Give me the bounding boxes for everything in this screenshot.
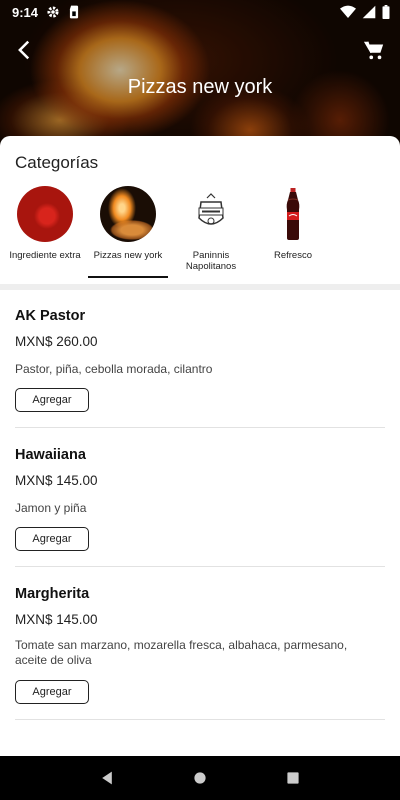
status-time: 9:14 [12, 4, 39, 20]
battery-icon [382, 5, 390, 19]
product-price: MXN$ 145.00 [15, 612, 98, 627]
system-navigation-bar [0, 756, 400, 800]
category-label: Paninnis Napolitanos [185, 250, 237, 272]
arrow-back-icon [18, 40, 30, 60]
pizza-oven-image [100, 186, 156, 242]
nav-recents-button[interactable] [273, 758, 313, 798]
status-bar: 9:14 [0, 0, 400, 24]
napolitanos-logo-image [183, 186, 239, 242]
content-sheet: Categorías Ingrediente extra Pizzas new … [0, 136, 400, 756]
ingredients-image [17, 186, 73, 242]
category-label: Refresco [273, 250, 312, 261]
product-name: AK Pastor [15, 308, 86, 324]
add-button[interactable]: Agregar [15, 527, 89, 551]
soda-bottle-image [265, 186, 321, 242]
category-label: Ingrediente extra [9, 250, 81, 261]
selected-category-indicator [88, 276, 168, 278]
product-name: Hawaiiana [15, 447, 86, 463]
product-separator [15, 427, 385, 428]
page-title: Pizzas new york [127, 76, 273, 98]
nav-home-icon [194, 772, 206, 784]
add-button[interactable]: Agregar [15, 680, 89, 704]
product-description: Tomate san marzano, mozarella fresca, al… [15, 638, 348, 667]
signal-icon [362, 5, 376, 19]
add-button[interactable]: Agregar [15, 388, 89, 412]
product-price: MXN$ 145.00 [15, 473, 98, 488]
wifi-icon [340, 5, 356, 19]
nav-home-button[interactable] [180, 758, 220, 798]
shopping-cart-icon [363, 41, 384, 60]
category-item-refresco[interactable]: Refresco [253, 186, 333, 278]
category-item-paninnis-napolitanos[interactable]: Paninnis Napolitanos [171, 186, 251, 278]
cart-button[interactable] [362, 38, 386, 62]
category-label: Pizzas new york [93, 250, 163, 261]
product-description: Pastor, piña, cebolla morada, cilantro [15, 362, 213, 376]
product-separator [15, 566, 385, 567]
categories-title: Categorías [15, 153, 99, 172]
product-price: MXN$ 260.00 [15, 334, 98, 349]
product-description: Jamon y piña [15, 501, 87, 515]
sim-card-icon [69, 5, 79, 19]
product-name: Margherita [15, 586, 90, 602]
nav-back-icon [101, 771, 112, 785]
category-item-ingrediente-extra[interactable]: Ingrediente extra [5, 186, 85, 278]
back-button[interactable] [12, 38, 36, 62]
category-carousel[interactable]: Ingrediente extra Pizzas new york Paninn… [0, 186, 400, 278]
nav-back-button[interactable] [87, 758, 127, 798]
section-divider [0, 284, 400, 290]
gear-icon [47, 6, 59, 18]
category-item-pizzas-new-york[interactable]: Pizzas new york [88, 186, 168, 278]
nav-recents-icon [287, 772, 299, 784]
product-separator [15, 719, 385, 720]
